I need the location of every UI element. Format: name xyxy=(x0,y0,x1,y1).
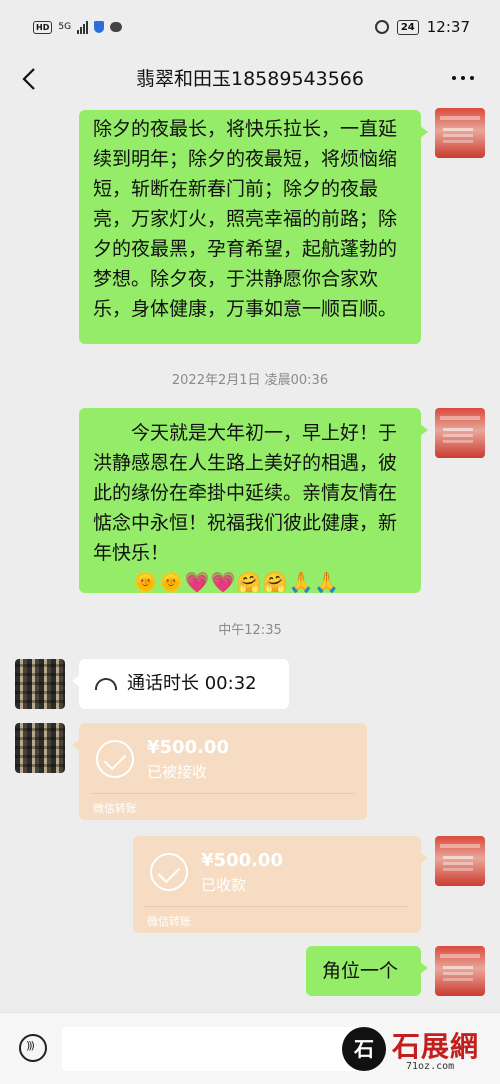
shield-icon xyxy=(94,21,105,33)
message-bubble-self[interactable]: 除夕的夜最长，将快乐拉长，一直延续到明年；除夕的夜最短，将烦恼缩短，斩断在新春门… xyxy=(79,110,428,344)
status-left: HD 5G xyxy=(33,20,123,34)
message-bubble-self[interactable]: 角位一个 xyxy=(306,946,428,996)
transfer-status: 已被接收 xyxy=(147,763,208,781)
message-text: 今天就是大年初一，早上好！于洪静感恩在人生路上美好的相遇，彼此的缘份在牵掛中延续… xyxy=(93,422,398,564)
input-bar: 石 石展網 71oz.com xyxy=(0,1012,500,1084)
hug-emoji-icon: 🤗 xyxy=(262,570,288,594)
heart-emoji-icon: 💗 xyxy=(184,570,210,594)
timestamp: 中午12:35 xyxy=(218,623,282,638)
watermark-logo: 石 xyxy=(342,1027,386,1071)
contact-avatar[interactable] xyxy=(15,723,65,773)
watermark: 石 石展網 71oz.com xyxy=(342,1021,492,1077)
status-bar: HD 5G 24 12:37 xyxy=(0,0,500,52)
transfer-card[interactable]: ¥500.00 已收款 微信转账 xyxy=(133,836,428,933)
emoji-row: 🌞 🌞 💗 💗 🤗 🤗 🙏 🙏 xyxy=(133,568,407,596)
signal-icon xyxy=(77,20,89,34)
call-record-bubble[interactable]: 通话时长 00:32 xyxy=(72,659,289,709)
message-bubble-self[interactable]: 今天就是大年初一，早上好！于洪静感恩在人生路上美好的相遇，彼此的缘份在牵掛中延续… xyxy=(79,408,428,596)
self-avatar[interactable] xyxy=(435,408,485,458)
voice-input-icon[interactable] xyxy=(19,1034,47,1062)
chat-notification-icon xyxy=(110,22,123,32)
transfer-amount: ¥500.00 xyxy=(147,737,229,758)
check-circle-icon xyxy=(96,740,134,778)
more-options-icon[interactable] xyxy=(452,76,474,80)
alarm-icon xyxy=(374,20,389,34)
hd-badge: HD xyxy=(33,20,53,34)
phone-icon xyxy=(95,678,117,690)
sun-emoji-icon: 🌞 xyxy=(158,570,184,594)
transfer-brand: 微信转账 xyxy=(93,802,137,815)
self-avatar[interactable] xyxy=(435,836,485,886)
transfer-amount: ¥500.00 xyxy=(201,850,283,871)
network-label: 5G xyxy=(58,21,72,32)
status-right: 24 12:37 xyxy=(374,18,470,36)
sun-emoji-icon: 🌞 xyxy=(133,570,158,594)
battery-icon: 24 xyxy=(396,19,419,35)
heart-emoji-icon: 💗 xyxy=(210,570,236,594)
watermark-name: 石展網 xyxy=(392,1030,480,1063)
message-text: 除夕的夜最长，将快乐拉长，一直延续到明年；除夕的夜最短，将烦恼缩短，斩断在新春门… xyxy=(93,118,398,320)
pray-emoji-icon: 🙏 xyxy=(314,570,340,594)
transfer-status: 已收款 xyxy=(201,876,247,894)
message-text: 角位一个 xyxy=(322,960,399,982)
transfer-card[interactable]: ¥500.00 已被接收 微信转账 xyxy=(72,723,367,820)
pray-emoji-icon: 🙏 xyxy=(288,570,314,594)
watermark-site: 71oz.com xyxy=(406,1061,455,1072)
contact-avatar[interactable] xyxy=(15,659,65,709)
timestamp: 2022年2月1日 凌晨00:36 xyxy=(171,373,329,388)
divider xyxy=(91,793,355,794)
chat-title: 翡翠和田玉18589543566 xyxy=(136,68,364,90)
check-circle-icon xyxy=(150,853,188,891)
call-duration: 通话时长 00:32 xyxy=(127,673,257,694)
self-avatar[interactable] xyxy=(435,108,485,158)
chat-header: 翡翠和田玉18589543566 xyxy=(0,52,500,108)
status-time: 12:37 xyxy=(426,18,470,36)
transfer-brand: 微信转账 xyxy=(147,915,191,928)
message-input[interactable] xyxy=(62,1027,366,1071)
hug-emoji-icon: 🤗 xyxy=(236,570,262,594)
divider xyxy=(145,906,409,907)
self-avatar[interactable] xyxy=(435,946,485,996)
